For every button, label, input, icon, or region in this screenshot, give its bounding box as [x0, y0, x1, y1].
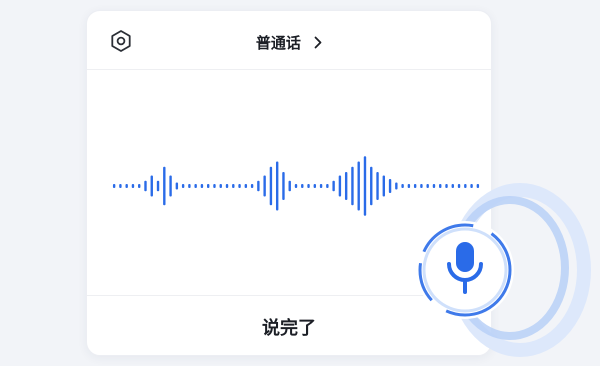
- language-selector[interactable]: 普通话: [87, 32, 491, 53]
- waveform-bar: [351, 166, 354, 206]
- waveform-bar: [144, 180, 147, 192]
- waveform-bar: [181, 184, 185, 188]
- waveform-bar: [338, 175, 342, 197]
- waveform-bar: [307, 184, 310, 188]
- waveform-bar: [156, 180, 160, 192]
- waveform-bar: [269, 166, 273, 206]
- waveform-bar: [388, 179, 392, 193]
- waveform-bar: [119, 184, 122, 188]
- waveform-bar: [188, 184, 191, 188]
- language-label: 普通话: [255, 34, 301, 52]
- waveform-bar: [319, 184, 323, 188]
- waveform-bar: [169, 175, 172, 197]
- waveform-bar: [138, 184, 141, 188]
- waveform-bar: [376, 172, 379, 200]
- card-header: 普通话: [87, 11, 491, 70]
- waveform-bar: [294, 184, 298, 188]
- waveform-bar: [244, 184, 248, 188]
- waveform-bar: [112, 184, 116, 188]
- waveform-bar: [238, 184, 241, 188]
- waveform-bar: [163, 166, 166, 206]
- waveform-bar: [288, 180, 291, 192]
- waveform-bar: [282, 172, 285, 200]
- waveform-bar: [207, 184, 210, 188]
- waveform-bar: [194, 184, 197, 188]
- waveform-bar: [344, 172, 348, 200]
- waveform-bar: [326, 184, 329, 188]
- waveform-bar: [200, 184, 204, 188]
- waveform-bar: [382, 175, 385, 197]
- chevron-right-icon: [314, 36, 322, 49]
- waveform-bar: [225, 184, 229, 188]
- waveform-bar: [250, 184, 254, 188]
- waveform-bar: [150, 175, 153, 197]
- microphone-button[interactable]: [410, 178, 600, 366]
- waveform-bar: [125, 184, 128, 188]
- waveform-bar: [232, 184, 235, 188]
- waveform-bar: [363, 156, 367, 216]
- waveform-bar: [213, 184, 216, 188]
- waveform-bar: [301, 184, 304, 188]
- waveform-bar: [370, 166, 373, 206]
- waveform-bar: [357, 161, 360, 211]
- waveform-bar: [313, 184, 317, 188]
- waveform-bar: [263, 175, 266, 197]
- waveform-bar: [175, 182, 179, 190]
- waveform-bar: [332, 180, 335, 192]
- waveform-bar: [257, 180, 260, 192]
- waveform-bar: [275, 161, 279, 211]
- waveform-bar: [401, 184, 404, 188]
- waveform-bar: [219, 184, 222, 188]
- waveform-bar: [395, 182, 398, 190]
- waveform-bar: [131, 184, 135, 188]
